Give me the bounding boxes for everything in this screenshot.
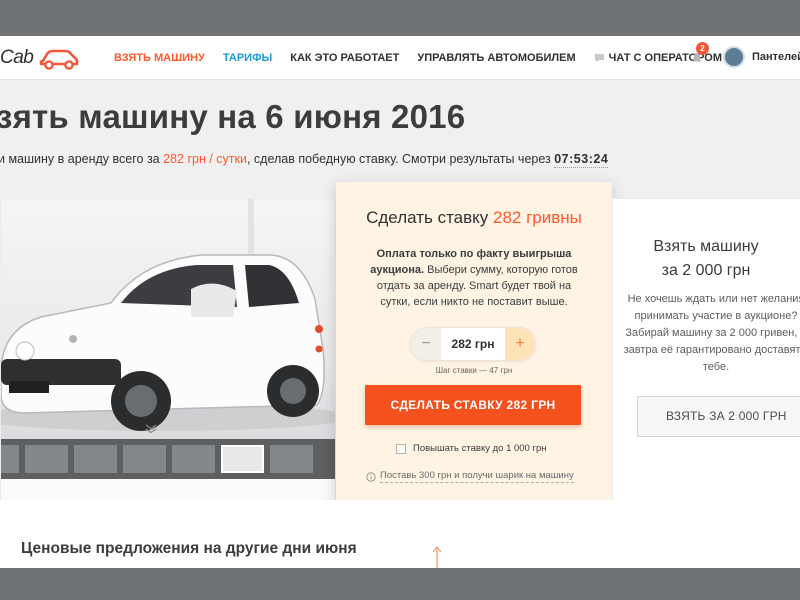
nav-how-it-works[interactable]: КАК ЭТО РАБОТАЕТ — [290, 52, 399, 64]
thumbnail[interactable] — [74, 445, 117, 473]
bid-heading-text: Сделать ставку — [366, 208, 493, 227]
promo-link[interactable]: Поставь 300 грн и получи шарик на машину — [366, 470, 574, 483]
auto-raise-checkbox[interactable] — [396, 443, 406, 454]
arrow-up-icon — [432, 546, 442, 568]
chevron-down-photo-icon[interactable] — [145, 424, 157, 434]
thumbnail[interactable] — [1, 445, 19, 473]
place-bid-button[interactable]: СДЕЛАТЬ СТАВКУ 282 ГРН — [365, 385, 581, 425]
bid-description: Оплата только по факту выигрыша аукциона… — [362, 246, 586, 310]
chat-icon — [594, 54, 604, 62]
page-subtitle: и машину в аренду всего за 282 грн / сут… — [0, 152, 609, 168]
decrease-button[interactable]: − — [411, 328, 441, 360]
buy-now-title-line-1: Взять машину — [653, 238, 759, 255]
auto-raise-label: Повышать ставку до 1 000 грн — [413, 443, 547, 454]
nav-take-car[interactable]: ВЗЯТЬ МАШИНУ — [114, 52, 205, 64]
subtitle-text-2: , сделав победную ставку. Смотри результ… — [246, 152, 555, 166]
notification-badge: 2 — [696, 42, 709, 55]
other-days-section: Ценовые предложения на другие дни июня — [0, 500, 800, 568]
bid-amount-value[interactable]: 282 грн — [441, 328, 505, 360]
thumbnail[interactable] — [123, 445, 166, 473]
car-illustration — [1, 199, 335, 431]
countdown-timer: 07:53:24 — [554, 152, 609, 168]
buy-now-title-line-2: за 2 000 грн — [661, 262, 751, 279]
buy-now-panel: Взять машину за 2 000 грн Не хочешь ждат… — [612, 198, 800, 520]
page: Cab ВЗЯТЬ МАШИНУ ТАРИФЫ КАК ЭТО РАБОТАЕТ… — [0, 36, 800, 568]
thumbnail[interactable] — [270, 445, 313, 473]
bid-step-hint: Шаг ставки — 47 грн — [435, 366, 513, 375]
car-logo-icon — [40, 49, 79, 70]
buy-now-title: Взять машину за 2 000 грн — [613, 235, 799, 283]
thumbnail-selected[interactable] — [221, 445, 264, 473]
bid-panel: Сделать ставку 282 гривны Оплата только … — [336, 182, 612, 542]
username[interactable]: Пантелеймон — [752, 51, 800, 63]
auto-raise-option[interactable]: Повышать ставку до 1 000 грн — [396, 443, 546, 454]
bid-heading-amount: 282 гривны — [493, 208, 582, 227]
subtitle-text-1: и машину в аренду всего за — [0, 152, 164, 166]
page-title: зять машину на 6 июня 2016 — [0, 98, 466, 135]
subtitle-price: 282 грн / сутки — [163, 152, 247, 166]
bid-amount-stepper: − 282 грн + — [410, 327, 536, 361]
logo[interactable]: Cab — [0, 45, 79, 71]
car-gallery — [0, 198, 336, 520]
nav-chat-operator[interactable]: ЧАТ С ОПЕРАТОРОМ — [594, 52, 735, 64]
info-icon — [366, 471, 376, 482]
logo-text: Cab — [0, 47, 34, 68]
nav-manage-car[interactable]: УПРАВЛЯТЬ АВТОМОБИЛЕМ — [417, 52, 575, 64]
bid-heading: Сделать ставку 282 гривны — [336, 208, 612, 228]
thumbnail[interactable] — [25, 445, 68, 473]
avatar[interactable] — [723, 46, 745, 68]
main-nav: ВЗЯТЬ МАШИНУ ТАРИФЫ КАК ЭТО РАБОТАЕТ УПР… — [114, 36, 753, 80]
buy-now-description: Не хочешь ждать или нет желания принимат… — [623, 293, 800, 373]
car-photo[interactable] — [1, 199, 335, 439]
other-days-title: Ценовые предложения на другие дни июня — [21, 540, 357, 557]
increase-button[interactable]: + — [505, 328, 535, 360]
thumbnail-strip — [1, 439, 335, 479]
promo-text: Поставь 300 грн и получи шарик на машину — [380, 470, 574, 483]
thumbnail[interactable] — [172, 445, 215, 473]
buy-now-button[interactable]: ВЗЯТЬ ЗА 2 000 ГРН — [637, 396, 800, 437]
nav-tariffs[interactable]: ТАРИФЫ — [223, 52, 272, 64]
top-navbar: Cab ВЗЯТЬ МАШИНУ ТАРИФЫ КАК ЭТО РАБОТАЕТ… — [0, 36, 800, 80]
